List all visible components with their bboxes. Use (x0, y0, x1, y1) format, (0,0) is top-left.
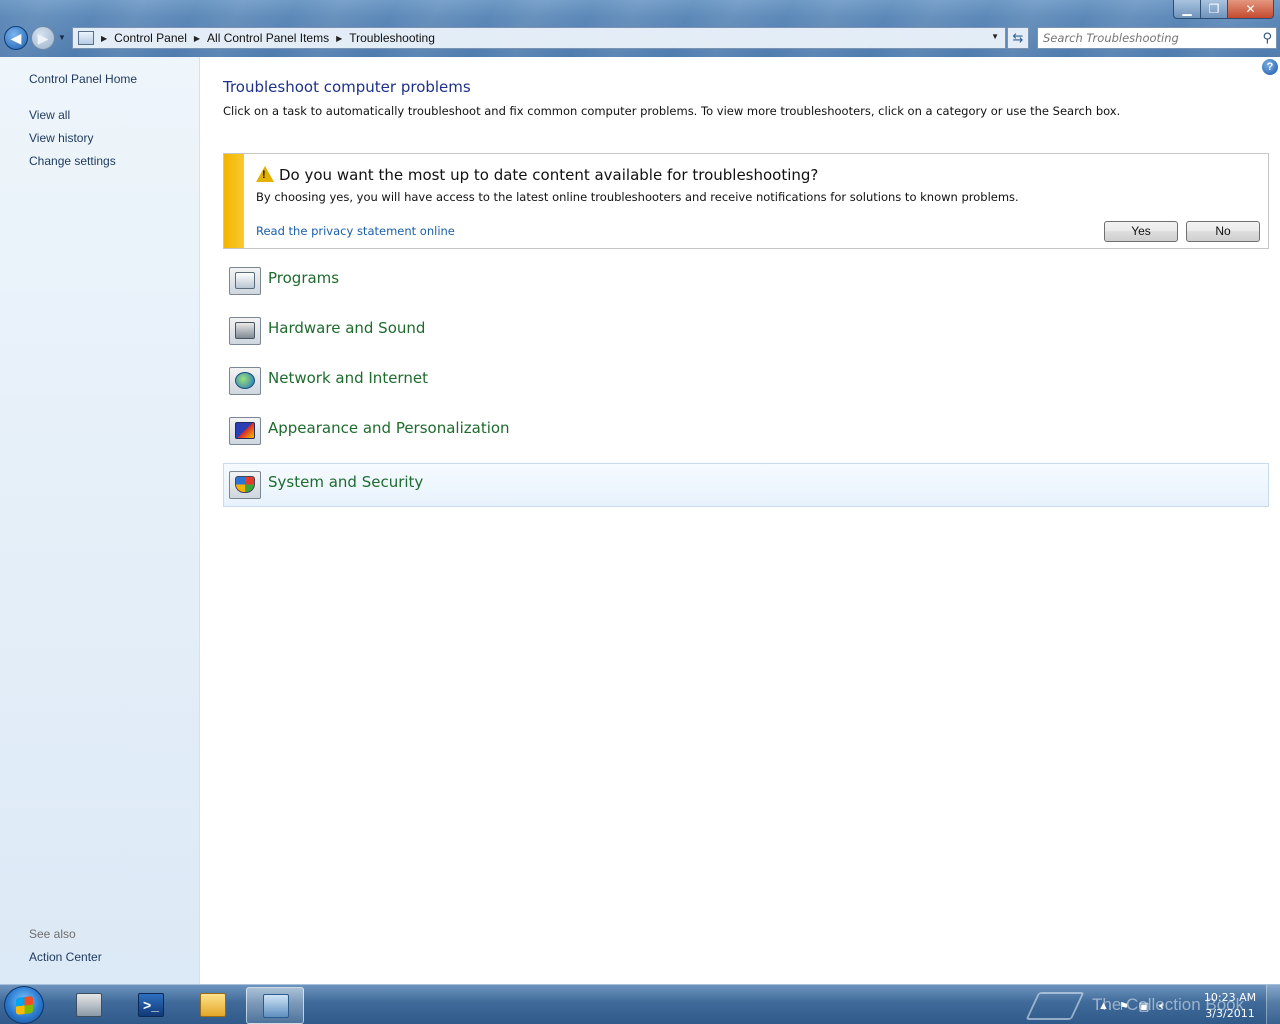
view-history-link[interactable]: View history (29, 131, 93, 145)
category-appearance-and-personalization[interactable]: Appearance and Personalization (223, 409, 1269, 453)
recent-pages-dropdown[interactable]: ▼ (58, 33, 67, 42)
search-box[interactable]: ⚲ (1037, 27, 1277, 49)
network-icon[interactable]: ▣ (1139, 1000, 1149, 1013)
category-label[interactable]: System and Security (268, 473, 423, 491)
address-bar[interactable]: ▶ Control Panel ▶ All Control Panel Item… (72, 27, 1006, 49)
network-internet-icon (229, 367, 261, 395)
show-desktop-button[interactable] (1266, 985, 1280, 1024)
help-icon[interactable]: ? (1262, 59, 1278, 75)
change-settings-link[interactable]: Change settings (29, 154, 116, 168)
powershell-icon: >_ (138, 993, 164, 1017)
server-manager-icon (76, 993, 102, 1017)
arrow-left-icon: ◀ (10, 29, 22, 46)
back-button[interactable]: ◀ (4, 26, 28, 50)
appearance-icon (229, 417, 261, 445)
taskbar-control-panel[interactable] (246, 987, 304, 1024)
windows-explorer-icon (200, 993, 226, 1017)
control-panel-icon (78, 31, 94, 45)
left-pane: Control Panel Home View all View history… (0, 57, 200, 984)
category-programs[interactable]: Programs (223, 259, 1269, 303)
privacy-statement-link[interactable]: Read the privacy statement online (256, 224, 455, 238)
start-button[interactable] (4, 986, 44, 1024)
warning-icon: ! (256, 166, 274, 182)
breadcrumb-troubleshooting[interactable]: Troubleshooting (349, 31, 435, 45)
category-label[interactable]: Hardware and Sound (268, 319, 425, 337)
clock-date: 3/3/2011 (1205, 1007, 1255, 1020)
infobar-text: By choosing yes, you will have access to… (256, 190, 1019, 204)
clock-time: 10:23 AM (1203, 991, 1257, 1004)
search-input[interactable] (1043, 28, 1253, 48)
category-network-and-internet[interactable]: Network and Internet (223, 359, 1269, 403)
category-label[interactable]: Programs (268, 269, 339, 287)
control-panel-home-link[interactable]: Control Panel Home (29, 72, 137, 86)
windows-logo-icon (16, 996, 33, 1015)
volume-icon[interactable]: 🔈︎ (1159, 1000, 1166, 1013)
book-logo-icon (1025, 992, 1085, 1020)
refresh-icon: ⇆ (1012, 30, 1024, 45)
taskbar-server-manager[interactable] (60, 987, 118, 1024)
view-all-link[interactable]: View all (29, 108, 70, 122)
action-center-flag-icon[interactable]: ⚑ (1119, 1000, 1129, 1013)
hardware-sound-icon (229, 317, 261, 345)
update-content-infobar: ! Do you want the most up to date conten… (223, 153, 1269, 249)
minimize-button[interactable]: ▁ (1173, 0, 1200, 19)
window-chrome: ▁ ❐ ✕ ◀ ▶ ▼ ▶ Control Panel ▶ All Contro… (0, 0, 1280, 57)
breadcrumb-separator-icon[interactable]: ▶ (101, 34, 107, 43)
taskbar-windows-explorer[interactable] (184, 987, 242, 1024)
breadcrumb-control-panel[interactable]: Control Panel (114, 31, 187, 45)
breadcrumb-separator-icon[interactable]: ▶ (194, 34, 200, 43)
no-button[interactable]: No (1186, 221, 1260, 242)
category-label[interactable]: Network and Internet (268, 369, 428, 387)
category-label[interactable]: Appearance and Personalization (268, 419, 510, 437)
notification-area: ▲ ⚑ ▣ 🔈︎ (1098, 994, 1166, 1018)
category-hardware-and-sound[interactable]: Hardware and Sound (223, 309, 1269, 353)
category-system-and-security[interactable]: System and Security (223, 463, 1269, 507)
page-title: Troubleshoot computer problems (223, 78, 471, 96)
window-controls: ▁ ❐ ✕ (1173, 0, 1274, 19)
clock[interactable]: 10:23 AM 3/3/2011 (1200, 990, 1260, 1022)
system-security-icon (229, 471, 261, 499)
infobar-stripe (224, 154, 244, 248)
restore-button[interactable]: ❐ (1200, 0, 1227, 19)
see-also-heading: See also (29, 927, 76, 941)
control-panel-icon (263, 994, 289, 1018)
taskbar-powershell[interactable]: >_ (122, 987, 180, 1024)
programs-icon (229, 267, 261, 295)
show-hidden-icons-icon[interactable]: ▲ (1098, 1000, 1109, 1012)
search-icon[interactable]: ⚲ (1262, 30, 1272, 46)
address-dropdown-icon[interactable]: ▼ (991, 32, 999, 41)
breadcrumb-all-items[interactable]: All Control Panel Items (207, 31, 329, 45)
arrow-right-icon: ▶ (37, 29, 49, 46)
refresh-button[interactable]: ⇆ (1007, 27, 1029, 49)
yes-button[interactable]: Yes (1104, 221, 1178, 242)
action-center-link[interactable]: Action Center (29, 950, 102, 964)
close-button[interactable]: ✕ (1227, 0, 1274, 19)
forward-button[interactable]: ▶ (31, 26, 55, 50)
infobar-heading: Do you want the most up to date content … (279, 166, 819, 184)
breadcrumb-separator-icon[interactable]: ▶ (336, 34, 342, 43)
page-description: Click on a task to automatically trouble… (223, 104, 1121, 118)
